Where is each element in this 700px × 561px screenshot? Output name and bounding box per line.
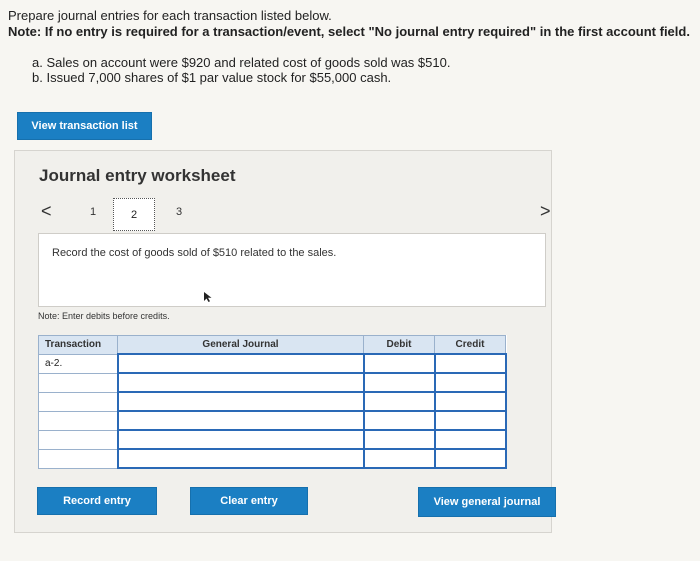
table-row: a-2. bbox=[38, 353, 507, 374]
credit-field[interactable] bbox=[433, 448, 507, 469]
credit-field[interactable] bbox=[433, 353, 507, 374]
clear-entry-button[interactable]: Clear entry bbox=[190, 487, 308, 515]
transaction-item-a: a. Sales on account were $920 and relate… bbox=[32, 55, 451, 70]
journal-table: Transaction General Journal Debit Credit… bbox=[38, 335, 507, 469]
transaction-list: a. Sales on account were $920 and relate… bbox=[32, 55, 450, 85]
transaction-cell: a-2. bbox=[38, 353, 118, 374]
worksheet-title: Journal entry worksheet bbox=[39, 166, 236, 185]
table-row bbox=[38, 410, 507, 431]
table-row bbox=[38, 429, 507, 450]
debit-credit-note: Note: Enter debits before credits. bbox=[38, 311, 170, 321]
debit-field[interactable] bbox=[362, 391, 436, 412]
transaction-cell bbox=[38, 372, 118, 393]
credit-field[interactable] bbox=[433, 429, 507, 450]
entry-description: Record the cost of goods sold of $510 re… bbox=[52, 247, 337, 259]
credit-field[interactable] bbox=[433, 372, 507, 393]
account-field[interactable] bbox=[116, 410, 365, 431]
page-2-current[interactable]: 2 bbox=[113, 198, 155, 231]
instruction-line: Prepare journal entries for each transac… bbox=[8, 8, 332, 23]
instructions: Prepare journal entries for each transac… bbox=[8, 8, 690, 40]
journal-entry-worksheet: Journal entry worksheet < 1 2 3 > Record… bbox=[14, 150, 556, 533]
col-credit: Credit bbox=[434, 335, 506, 355]
account-field[interactable] bbox=[116, 372, 365, 393]
table-row bbox=[38, 372, 507, 393]
debit-field[interactable] bbox=[362, 448, 436, 469]
transaction-cell bbox=[38, 448, 118, 469]
credit-field[interactable] bbox=[433, 410, 507, 431]
mouse-cursor-icon bbox=[203, 291, 213, 306]
next-page-icon[interactable]: > bbox=[540, 201, 551, 222]
view-transaction-list-button[interactable]: View transaction list bbox=[17, 112, 152, 140]
table-row bbox=[38, 448, 507, 469]
transaction-cell bbox=[38, 391, 118, 412]
transaction-item-b: b. Issued 7,000 shares of $1 par value s… bbox=[32, 70, 392, 85]
table-row bbox=[38, 391, 507, 412]
page-1[interactable]: 1 bbox=[90, 206, 96, 218]
debit-field[interactable] bbox=[362, 410, 436, 431]
entry-description-box: Record the cost of goods sold of $510 re… bbox=[38, 233, 546, 307]
transaction-cell bbox=[38, 410, 118, 431]
col-transaction: Transaction bbox=[38, 335, 118, 355]
debit-field[interactable] bbox=[362, 429, 436, 450]
col-general-journal: General Journal bbox=[117, 335, 364, 355]
instruction-note: Note: If no entry is required for a tran… bbox=[8, 24, 690, 39]
account-field[interactable] bbox=[116, 391, 365, 412]
record-entry-button[interactable]: Record entry bbox=[37, 487, 157, 515]
credit-field[interactable] bbox=[433, 391, 507, 412]
prev-page-icon[interactable]: < bbox=[41, 201, 52, 222]
page-2-label: 2 bbox=[130, 208, 138, 221]
account-field[interactable] bbox=[116, 448, 365, 469]
debit-field[interactable] bbox=[362, 372, 436, 393]
col-debit: Debit bbox=[363, 335, 435, 355]
view-general-journal-button[interactable]: View general journal bbox=[418, 487, 556, 517]
account-field[interactable] bbox=[116, 353, 365, 374]
debit-field[interactable] bbox=[362, 353, 436, 374]
page-3[interactable]: 3 bbox=[176, 206, 182, 218]
transaction-cell bbox=[38, 429, 118, 450]
account-field[interactable] bbox=[116, 429, 365, 450]
